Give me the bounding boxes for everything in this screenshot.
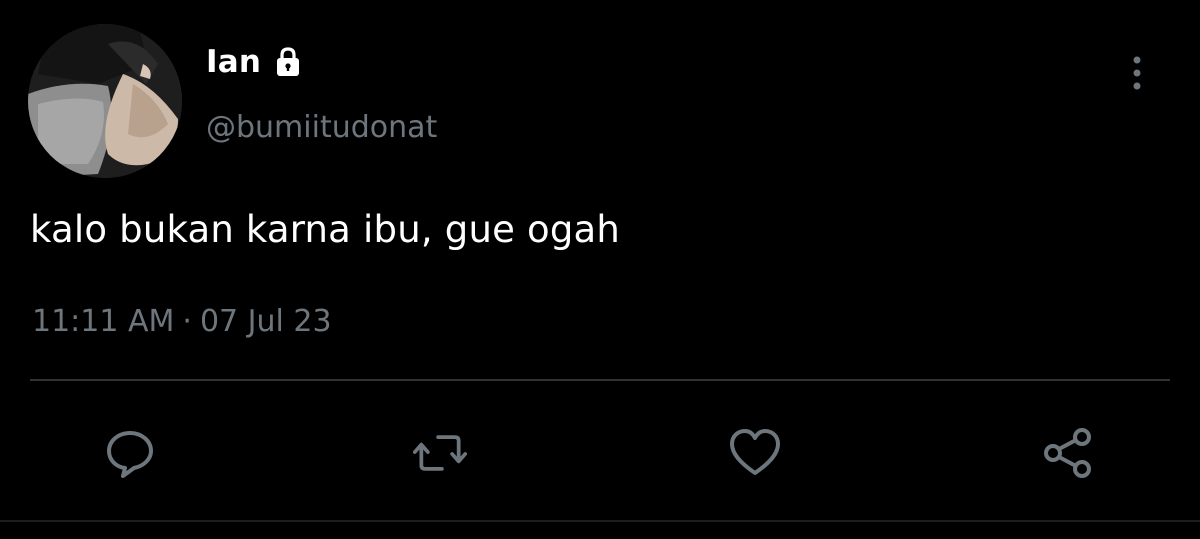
author-name-row: Ian — [206, 44, 305, 80]
tweet-time: 11:11 AM — [32, 304, 175, 339]
heart-icon — [730, 429, 780, 475]
retweet-button[interactable] — [412, 425, 468, 481]
timestamp[interactable]: 11:11 AM · 07 Jul 23 — [32, 304, 332, 339]
author-handle[interactable]: @bumiitudonat — [206, 110, 437, 145]
avatar-image — [28, 24, 182, 178]
share-button[interactable] — [1040, 425, 1096, 481]
more-options-button[interactable] — [1122, 52, 1152, 94]
tweet-date: 07 Jul 23 — [199, 304, 332, 339]
display-name[interactable]: Ian — [206, 44, 261, 80]
bottom-divider — [0, 520, 1200, 522]
timestamp-separator: · — [182, 304, 192, 339]
share-icon — [1044, 428, 1091, 478]
more-vertical-icon — [1133, 56, 1141, 90]
reply-button[interactable] — [102, 425, 158, 481]
lock-icon — [271, 45, 305, 79]
avatar[interactable] — [28, 24, 182, 178]
tweet-text: kalo bukan karna ibu, gue ogah — [30, 208, 621, 251]
tweet-card: Ian @bumiitudonat kalo bukan karna ibu, … — [0, 0, 1200, 539]
divider — [30, 379, 1170, 381]
comment-icon — [107, 431, 153, 478]
retweet-icon — [412, 435, 468, 471]
like-button[interactable] — [727, 425, 783, 481]
